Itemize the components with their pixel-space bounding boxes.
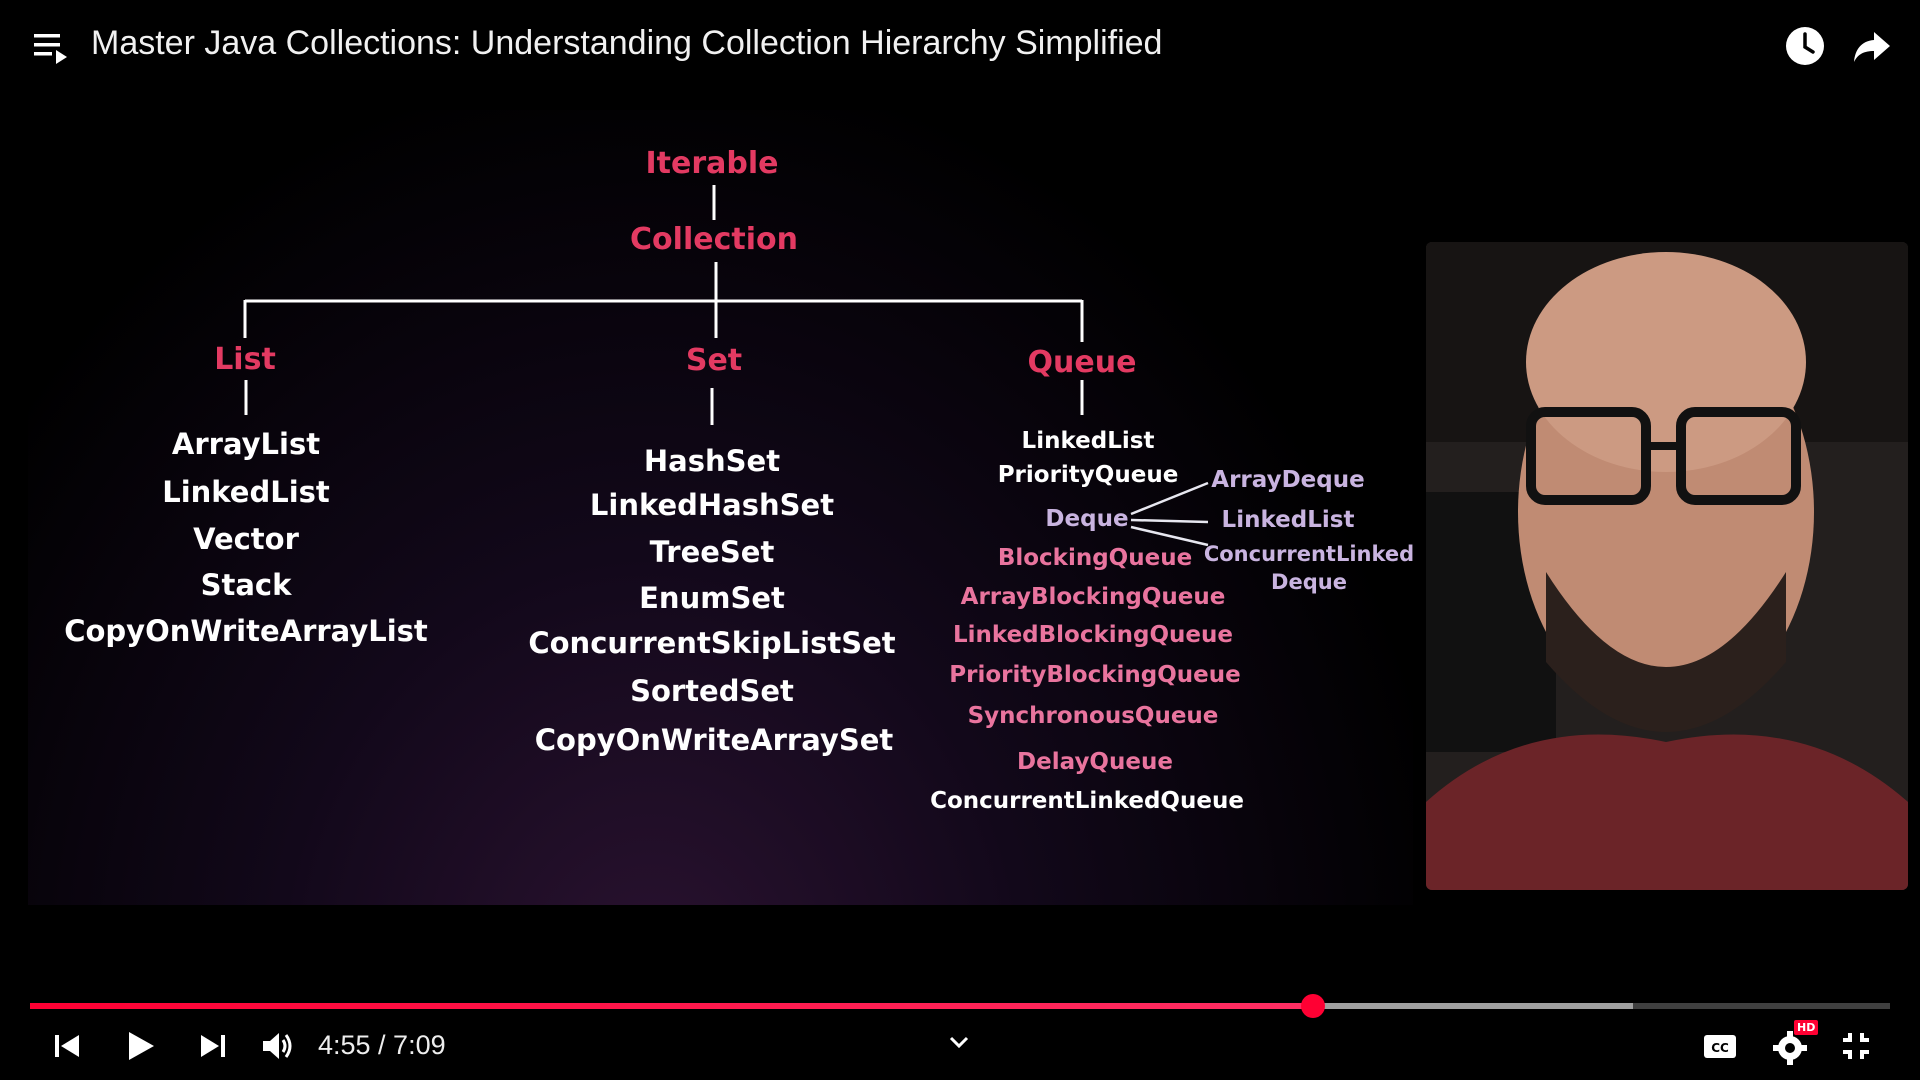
- watch-later-icon[interactable]: [1783, 24, 1827, 68]
- deque-item: Deque: [1271, 570, 1347, 594]
- blocking-queue-item: ArrayBlockingQueue: [960, 584, 1226, 610]
- top-bar: Master Java Collections: Understanding C…: [0, 0, 1920, 90]
- volume-icon[interactable]: [258, 1026, 298, 1066]
- chevron-down-icon[interactable]: [941, 1024, 977, 1060]
- hd-badge: HD: [1794, 1020, 1819, 1035]
- blocking-queue-item: LinkedBlockingQueue: [952, 622, 1234, 648]
- node-queue: Queue: [1027, 345, 1137, 380]
- set-item: CopyOnWriteArraySet: [534, 723, 894, 757]
- node-collection: Collection: [630, 222, 798, 257]
- play-icon[interactable]: [120, 1026, 160, 1066]
- node-list: List: [214, 342, 276, 377]
- captions-icon[interactable]: CC: [1700, 1026, 1740, 1066]
- queue-item: DelayQueue: [1017, 749, 1173, 775]
- deque-item: ConcurrentLinked: [1203, 542, 1415, 566]
- set-item: SortedSet: [630, 674, 794, 708]
- playlist-icon[interactable]: [34, 30, 68, 66]
- share-icon[interactable]: [1850, 24, 1894, 68]
- presenter-webcam: [1426, 242, 1908, 890]
- next-icon[interactable]: [192, 1026, 232, 1066]
- set-item: EnumSet: [639, 581, 785, 615]
- node-iterable: Iterable: [645, 146, 779, 181]
- list-item: Vector: [193, 522, 299, 556]
- blocking-queue-item: SynchronousQueue: [967, 703, 1219, 729]
- node-blocking-queue: BlockingQueue: [997, 545, 1193, 571]
- queue-item: LinkedList: [1021, 428, 1155, 454]
- list-item: CopyOnWriteArrayList: [64, 614, 428, 648]
- settings-button[interactable]: HD: [1772, 1020, 1819, 1066]
- deque-item: ArrayDeque: [1211, 467, 1365, 493]
- presenter-image: [1426, 242, 1908, 890]
- queue-item: ConcurrentLinkedQueue: [930, 788, 1244, 814]
- set-item: LinkedHashSet: [589, 488, 835, 522]
- set-item: TreeSet: [649, 535, 775, 569]
- list-item: Stack: [200, 568, 292, 602]
- previous-icon[interactable]: [48, 1026, 88, 1066]
- queue-item: PriorityQueue: [997, 462, 1179, 488]
- list-item: LinkedList: [162, 475, 330, 509]
- svg-text:CC: CC: [1711, 1041, 1729, 1055]
- set-item: ConcurrentSkipListSet: [528, 626, 896, 660]
- blocking-queue-item: PriorityBlockingQueue: [949, 662, 1241, 688]
- node-deque: Deque: [1045, 506, 1129, 532]
- time-display: 4:55 / 7:09: [318, 1030, 446, 1060]
- deque-item: LinkedList: [1221, 507, 1355, 533]
- node-set: Set: [685, 343, 743, 378]
- set-item: HashSet: [643, 444, 781, 478]
- scrubber-handle[interactable]: [1301, 994, 1326, 1018]
- progress-played: [30, 1003, 1314, 1009]
- video-title[interactable]: Master Java Collections: Understanding C…: [91, 24, 1162, 63]
- exit-fullscreen-icon[interactable]: [1836, 1026, 1876, 1066]
- list-item: ArrayList: [171, 427, 321, 461]
- progress-bar[interactable]: [30, 994, 1890, 1018]
